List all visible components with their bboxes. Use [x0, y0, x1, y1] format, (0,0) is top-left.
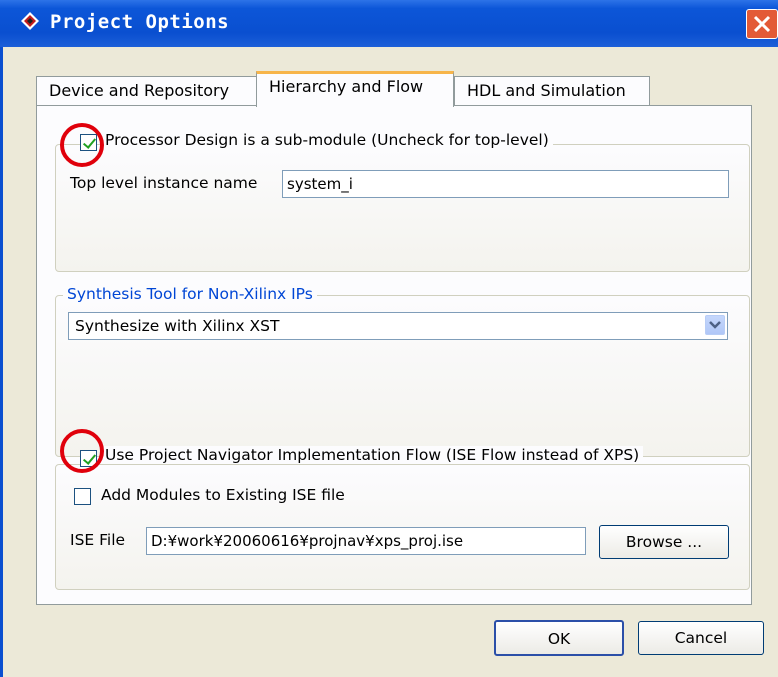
- add-modules-checkbox[interactable]: [74, 488, 91, 505]
- ok-button-label: OK: [547, 630, 571, 648]
- chevron-down-icon: [709, 321, 721, 329]
- tab-panel: Processor Design is a sub-module (Unchec…: [36, 105, 752, 605]
- tab-hdl-and-simulation[interactable]: HDL and Simulation: [454, 76, 650, 106]
- xps-app-icon: [21, 12, 39, 30]
- tab-label: HDL and Simulation: [467, 81, 626, 100]
- browse-button-label: Browse ...: [625, 533, 703, 551]
- synthesis-tool-select[interactable]: Synthesize with Xilinx XST: [68, 312, 728, 340]
- instance-name-input[interactable]: system_i: [282, 170, 729, 198]
- tab-device-and-repository[interactable]: Device and Repository: [36, 76, 258, 106]
- cancel-button-label: Cancel: [674, 629, 728, 647]
- browse-button[interactable]: Browse ...: [599, 525, 729, 559]
- instance-name-label: Top level instance name: [70, 174, 258, 192]
- window-border: [0, 47, 3, 677]
- ok-button[interactable]: OK: [494, 620, 624, 656]
- tab-hierarchy-and-flow[interactable]: Hierarchy and Flow: [256, 71, 454, 107]
- dropdown-button[interactable]: [705, 315, 725, 335]
- ise-flow-checkbox-label: Use Project Navigator Implementation Flo…: [101, 446, 644, 464]
- ise-file-input[interactable]: D:¥work¥20060616¥projnav¥xps_proj.ise: [146, 527, 586, 555]
- cancel-button[interactable]: Cancel: [638, 621, 764, 655]
- window-title: Project Options: [50, 11, 230, 33]
- synthesis-tool-value: Synthesize with Xilinx XST: [75, 317, 280, 335]
- annotation-circle: [60, 123, 104, 167]
- close-button[interactable]: [746, 9, 778, 39]
- synthesis-group-label: Synthesis Tool for Non-Xilinx IPs: [63, 285, 317, 303]
- tab-label: Hierarchy and Flow: [269, 77, 424, 96]
- project-options-dialog: Project Options Device and Repository Hi…: [0, 0, 778, 677]
- annotation-circle: [60, 429, 104, 473]
- add-modules-label: Add Modules to Existing ISE file: [101, 486, 345, 504]
- close-icon: [753, 15, 771, 33]
- ise-file-label: ISE File: [70, 531, 126, 549]
- title-bar[interactable]: Project Options: [0, 0, 778, 47]
- submodule-checkbox-label: Processor Design is a sub-module (Unchec…: [101, 131, 553, 149]
- tab-label: Device and Repository: [49, 81, 230, 100]
- hierarchy-group: [55, 144, 750, 272]
